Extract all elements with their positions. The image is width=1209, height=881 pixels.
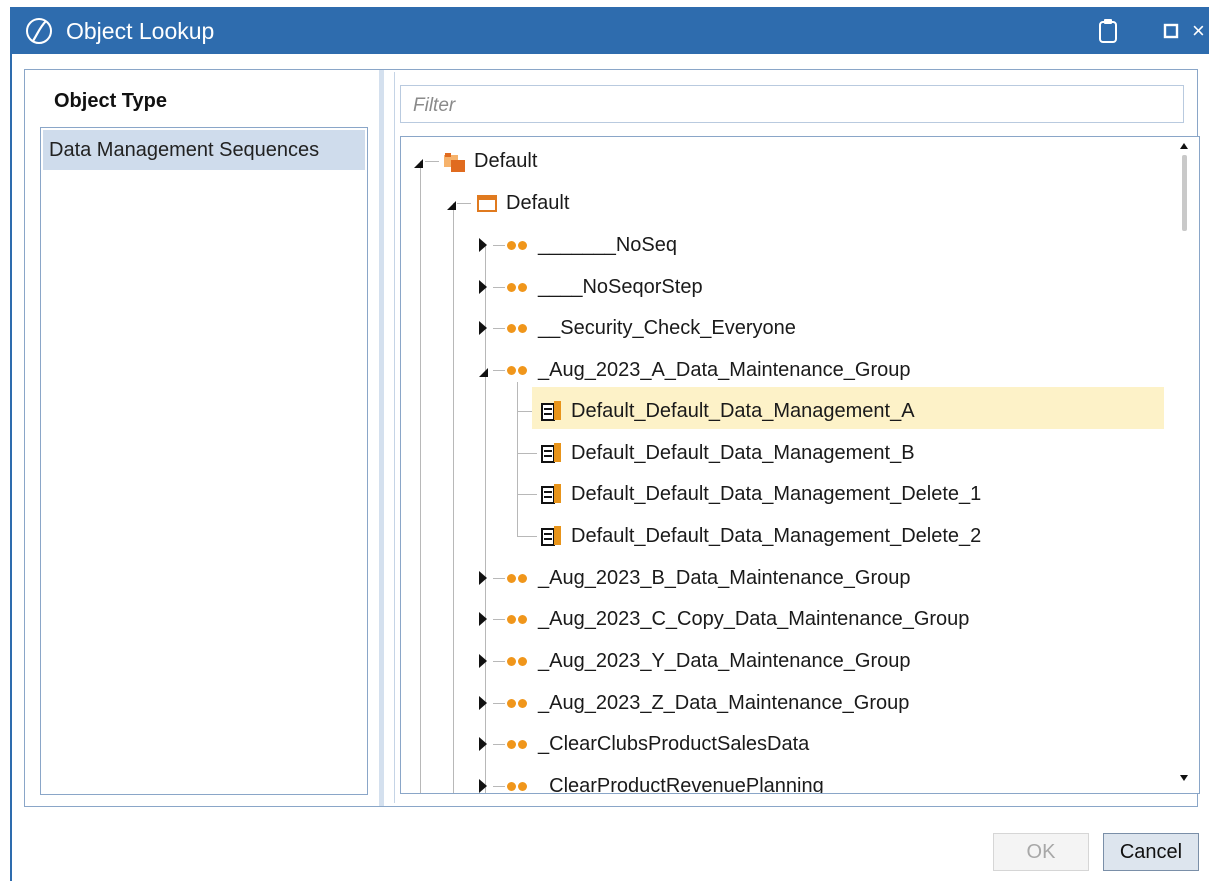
tree-node-label: Default [506, 192, 570, 214]
tree-node-group-expanded[interactable]: _Aug_2023_A_Data_Maintenance_Group [401, 350, 1161, 390]
tree-node-sequence[interactable]: Default_Default_Data_Management_Delete_2 [401, 516, 1161, 556]
tree-node-group[interactable]: _______NoSeq [401, 225, 1161, 265]
ok-button[interactable]: OK [993, 833, 1089, 871]
collapse-arrow-icon[interactable] [447, 201, 456, 210]
object-type-list: Data Management Sequences [40, 127, 368, 795]
tree-node-root[interactable]: Default [401, 141, 1161, 181]
collapse-arrow-icon[interactable] [414, 159, 423, 168]
tree-node-label: _ClearClubsProductSalesData [538, 733, 810, 755]
lookup-panel: Object Type Data Management Sequences Fi… [24, 69, 1200, 807]
tree-node-group[interactable]: _ClearClubsProductSalesData [401, 724, 1161, 764]
expand-arrow-icon[interactable] [479, 238, 487, 252]
window-title: Object Lookup [66, 18, 215, 44]
expand-arrow-icon[interactable] [479, 612, 487, 626]
tree-node-label: _ClearProductRevenuePlanning [538, 775, 824, 794]
group-dots-icon [505, 697, 531, 709]
expand-arrow-icon[interactable] [479, 779, 487, 793]
sequence-icon [541, 484, 561, 504]
tree-node-group[interactable]: _Aug_2023_Z_Data_Maintenance_Group [401, 683, 1161, 723]
expand-arrow-icon[interactable] [479, 654, 487, 668]
tree-node-label: _______NoSeq [538, 234, 678, 256]
calendar-icon [477, 195, 497, 212]
clipboard-icon[interactable] [1097, 17, 1119, 45]
tree-node-label: _Aug_2023_Y_Data_Maintenance_Group [538, 650, 911, 672]
pane-splitter[interactable] [379, 70, 384, 806]
sequence-icon [541, 401, 561, 421]
tree-node-sequence[interactable]: Default_Default_Data_Management_B [401, 433, 1161, 473]
expand-arrow-icon[interactable] [479, 571, 487, 585]
title-bar: Object Lookup × [10, 7, 1209, 54]
tree-node-label: _Aug_2023_Z_Data_Maintenance_Group [538, 692, 910, 714]
scroll-up-arrow-icon[interactable] [1180, 143, 1188, 149]
cancel-button[interactable]: Cancel [1103, 833, 1199, 871]
scroll-down-arrow-icon[interactable] [1180, 775, 1188, 781]
tree-scrollbar[interactable] [1176, 139, 1196, 789]
tree-node-label: _Aug_2023_A_Data_Maintenance_Group [538, 359, 911, 381]
sequence-icon [541, 443, 561, 463]
cube-icon [444, 153, 465, 172]
tree-node-label: Default_Default_Data_Management_Delete_1 [571, 483, 982, 505]
tree-node-group[interactable]: _ClearProductRevenuePlanning [401, 766, 1161, 794]
tree-node-sequence-selected[interactable]: Default_Default_Data_Management_A [401, 391, 1161, 431]
expand-arrow-icon[interactable] [479, 696, 487, 710]
maximize-icon[interactable] [1163, 23, 1179, 39]
group-dots-icon [505, 281, 531, 293]
tree-node-label: Default_Default_Data_Management_B [571, 442, 915, 464]
sequence-icon [541, 526, 561, 546]
expand-arrow-icon[interactable] [479, 321, 487, 335]
group-dots-icon [505, 655, 531, 667]
tree-node-label: _Aug_2023_B_Data_Maintenance_Group [538, 567, 911, 589]
object-type-item-data-management-sequences[interactable]: Data Management Sequences [43, 130, 365, 170]
tree-node-group[interactable]: __Security_Check_Everyone [401, 308, 1161, 348]
tree-node-group[interactable]: _Aug_2023_Y_Data_Maintenance_Group [401, 641, 1161, 681]
tree-node-label: Default_Default_Data_Management_Delete_2 [571, 525, 982, 547]
object-type-pane: Object Type Data Management Sequences [40, 72, 395, 803]
group-dots-icon [505, 780, 531, 792]
app-logo-icon [26, 18, 52, 44]
scroll-thumb[interactable] [1182, 155, 1187, 231]
tree-node-group[interactable]: _Aug_2023_B_Data_Maintenance_Group [401, 558, 1161, 598]
object-type-heading: Object Type [54, 90, 167, 112]
tree-node-label: ____NoSeqorStep [538, 276, 703, 298]
tree-node-label: Default_Default_Data_Management_A [571, 400, 915, 422]
group-dots-icon [505, 239, 531, 251]
tree-node-label: _Aug_2023_C_Copy_Data_Maintenance_Group [538, 608, 970, 630]
tree-node-sequence[interactable]: Default_Default_Data_Management_Delete_1 [401, 474, 1161, 514]
group-dots-icon [505, 322, 531, 334]
tree-node-group[interactable]: ____NoSeqorStep [401, 267, 1161, 307]
group-dots-icon [505, 613, 531, 625]
tree-node-label: __Security_Check_Everyone [538, 317, 796, 339]
group-dots-icon [505, 738, 531, 750]
window-border [10, 54, 12, 881]
tree-node-group[interactable]: _Aug_2023_C_Copy_Data_Maintenance_Group [401, 599, 1161, 639]
tree-node-label: Default [474, 150, 538, 172]
expand-arrow-icon[interactable] [479, 737, 487, 751]
object-tree: Default Default _______NoSeq ____NoSeqor… [400, 136, 1200, 794]
filter-input[interactable]: Filter [400, 85, 1184, 123]
tree-node-workflow[interactable]: Default [401, 183, 1161, 223]
close-icon[interactable]: × [1192, 20, 1205, 42]
collapse-arrow-icon[interactable] [479, 368, 488, 377]
group-dots-icon [505, 364, 531, 376]
expand-arrow-icon[interactable] [479, 280, 487, 294]
group-dots-icon [505, 572, 531, 584]
